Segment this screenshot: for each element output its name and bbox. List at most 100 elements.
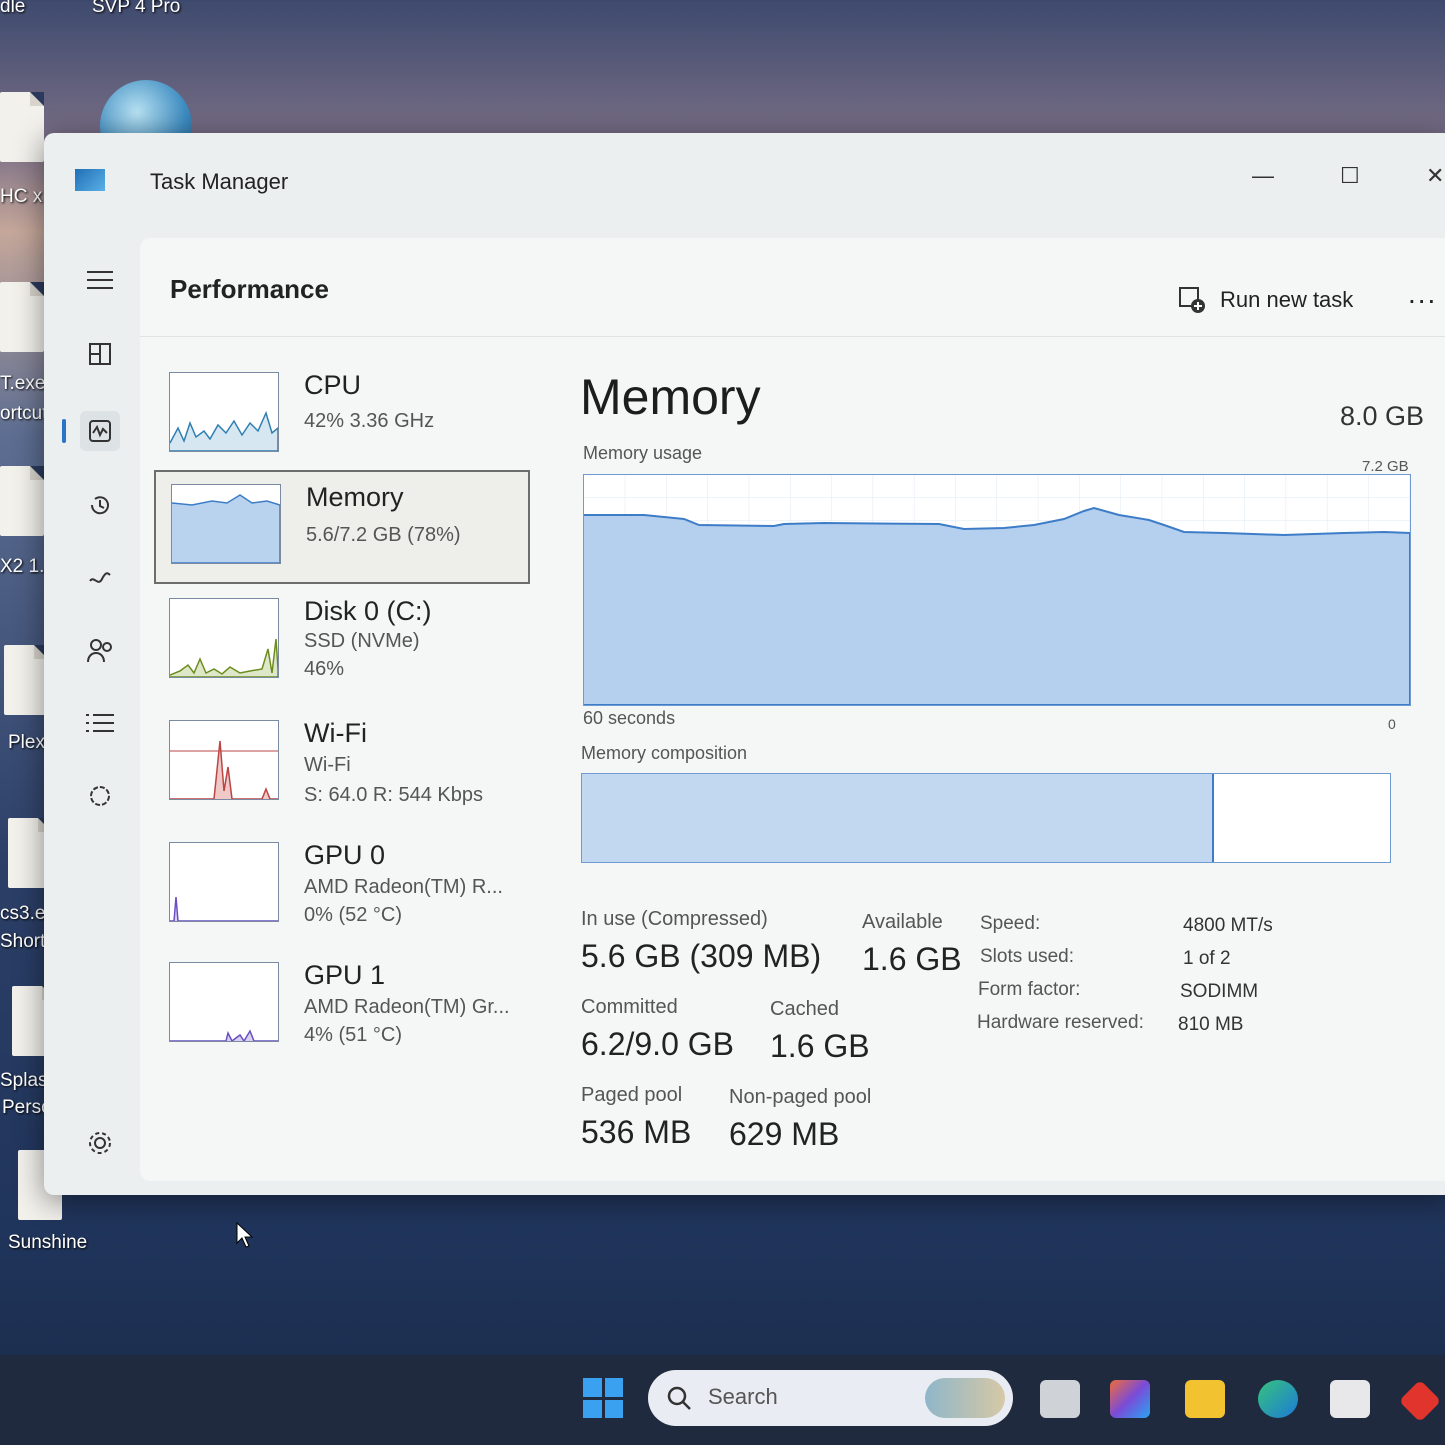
search-highlight-image (925, 1378, 1005, 1418)
more-options-button[interactable]: ... (1408, 278, 1437, 310)
tile-detail: S: 64.0 R: 544 Kbps (304, 784, 484, 806)
slots-label: Slots used: (980, 946, 1074, 967)
form-factor-label: Form factor: (978, 979, 1081, 1000)
memory-composition-label: Memory composition (581, 743, 748, 763)
tile-wifi[interactable]: Wi-Fi Wi-Fi S: 64.0 R: 544 Kbps (154, 708, 526, 818)
details-icon[interactable] (80, 703, 120, 743)
cached-label: Cached (770, 998, 839, 1020)
disk-thumbnail (169, 598, 279, 678)
minimize-button[interactable]: — (1252, 163, 1274, 189)
copilot-icon[interactable] (1110, 1380, 1150, 1418)
tile-name: Wi-Fi (304, 718, 367, 748)
file-explorer-icon[interactable] (1185, 1380, 1225, 1418)
hamburger-icon[interactable] (80, 260, 120, 300)
available-value: 1.6 GB (862, 941, 962, 977)
cached-value: 1.6 GB (770, 1028, 870, 1064)
tile-detail: 4% (51 °C) (304, 1024, 403, 1046)
task-manager-icon (75, 169, 105, 191)
form-factor-value: SODIMM (1180, 981, 1259, 1002)
committed-label: Committed (581, 996, 678, 1018)
task-view-icon[interactable] (1040, 1380, 1080, 1418)
desktop-icon-label[interactable]: Plex (8, 732, 45, 754)
memory-composition-bar (581, 773, 1391, 863)
title-bar[interactable]: Task Manager — ☐ ✕ (44, 133, 1445, 223)
paged-pool-label: Paged pool (581, 1084, 683, 1106)
memory-usage-label: Memory usage (583, 443, 703, 463)
maximize-button[interactable]: ☐ (1340, 163, 1360, 189)
non-paged-pool-label: Non-paged pool (729, 1086, 872, 1108)
memory-title: Memory (580, 369, 761, 425)
tile-subtitle: AMD Radeon(TM) R... (304, 876, 503, 898)
time-axis-label: 60 seconds (583, 708, 676, 728)
services-icon[interactable] (80, 776, 120, 816)
tile-cpu[interactable]: CPU 42% 3.36 GHz (154, 360, 526, 470)
settings-icon[interactable] (80, 1123, 120, 1163)
wifi-thumbnail (169, 720, 279, 800)
startup-icon[interactable] (80, 558, 120, 598)
tile-subtitle: Wi-Fi (304, 754, 351, 776)
app-history-icon[interactable] (80, 485, 120, 525)
tile-memory[interactable]: Memory 5.6/7.2 GB (78%) (154, 470, 530, 584)
tile-name: Memory (306, 482, 404, 512)
memory-total: 8.0 GB (1340, 401, 1425, 431)
processes-icon[interactable] (80, 334, 120, 374)
desktop-icon-label[interactable]: SVP 4 Pro (92, 0, 180, 18)
memory-thumbnail (171, 484, 281, 564)
gpu0-thumbnail (169, 842, 279, 922)
file-icon[interactable] (4, 645, 48, 715)
in-use-value: 5.6 GB (309 MB) (581, 938, 822, 974)
paged-pool-value: 536 MB (581, 1114, 692, 1150)
edge-browser-icon[interactable] (1258, 1380, 1298, 1418)
in-use-segment (582, 774, 1215, 862)
zero-label: 0 (1388, 716, 1396, 732)
tile-gpu0[interactable]: GPU 0 AMD Radeon(TM) R... 0% (52 °C) (154, 830, 526, 940)
header-divider (140, 336, 1445, 337)
desktop-icon-label[interactable]: dle (0, 0, 25, 18)
hardware-reserved-label: Hardware reserved: (977, 1012, 1144, 1033)
tile-subtitle: SSD (NVMe) (304, 630, 420, 652)
tile-subtitle: 42% 3.36 GHz (304, 410, 435, 432)
tile-name: GPU 1 (304, 960, 386, 990)
users-icon[interactable] (80, 631, 120, 671)
memory-usage-max: 7.2 GB (1362, 458, 1409, 475)
committed-value: 6.2/9.0 GB (581, 1026, 734, 1062)
cpu-thumbnail (169, 372, 279, 452)
run-task-icon (1179, 287, 1205, 313)
desktop-icon-label[interactable]: ortcut (0, 403, 48, 425)
taskbar-search-box[interactable]: Search (648, 1370, 1013, 1426)
search-placeholder: Search (708, 1384, 778, 1409)
speed-label: Speed: (980, 913, 1041, 934)
desktop-icon-label[interactable]: Sunshine (8, 1232, 87, 1254)
tile-name: CPU (304, 370, 362, 400)
microsoft-store-icon[interactable] (1330, 1380, 1370, 1418)
close-button[interactable]: ✕ (1426, 163, 1444, 189)
mouse-cursor-icon (236, 1222, 254, 1248)
run-new-task-button[interactable]: Run new task (1178, 286, 1353, 314)
slots-value: 1 of 2 (1183, 948, 1231, 969)
desktop-icon-label[interactable]: T.exe (0, 373, 45, 395)
tile-detail: 46% (304, 658, 345, 680)
run-new-task-label: Run new task (1220, 287, 1354, 312)
tile-subtitle: AMD Radeon(TM) Gr... (304, 996, 510, 1018)
memory-usage-graph (583, 474, 1411, 706)
file-icon[interactable] (0, 466, 44, 536)
in-use-label: In use (Compressed) (581, 908, 768, 930)
file-icon[interactable] (0, 282, 44, 352)
page-title: Performance (170, 274, 329, 304)
tile-name: Disk 0 (C:) (304, 596, 432, 626)
tile-disk[interactable]: Disk 0 (C:) SSD (NVMe) 46% (154, 586, 526, 696)
file-icon[interactable] (0, 92, 44, 162)
desktop-icon-label[interactable]: HC x (0, 186, 42, 208)
start-button[interactable] (583, 1378, 623, 1418)
speed-value: 4800 MT/s (1183, 915, 1273, 936)
performance-panel: Performance Run new task ... CPU 42% 3.3… (140, 238, 1445, 1181)
performance-icon[interactable] (62, 411, 120, 451)
tile-gpu1[interactable]: GPU 1 AMD Radeon(TM) Gr... 4% (51 °C) (154, 950, 526, 1060)
tile-name: GPU 0 (304, 840, 386, 870)
tile-subtitle: 5.6/7.2 GB (78%) (306, 524, 461, 546)
search-icon (667, 1386, 691, 1410)
gpu1-thumbnail (169, 962, 279, 1042)
tile-detail: 0% (52 °C) (304, 904, 403, 926)
non-paged-pool-value: 629 MB (729, 1116, 840, 1152)
window-title: Task Manager (150, 169, 289, 194)
